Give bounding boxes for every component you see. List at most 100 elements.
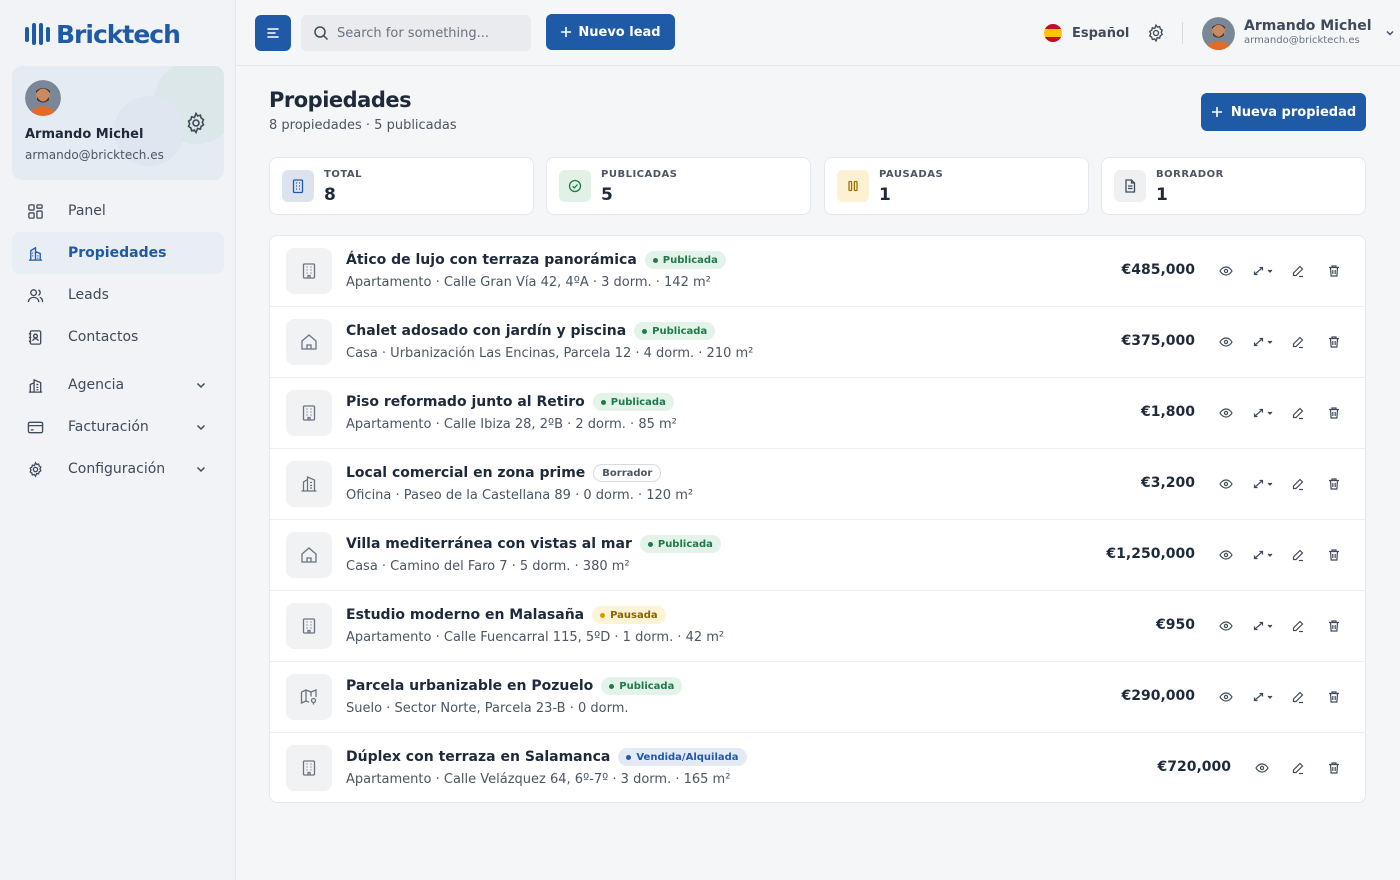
property-row[interactable]: Parcela urbanizable en Pozuelo Publicada…: [270, 662, 1365, 733]
edit-icon: [1292, 549, 1304, 562]
transfer-icon: [1253, 337, 1273, 347]
sidebar-item-agencia[interactable]: Agencia: [12, 364, 224, 406]
eye-icon: [1219, 692, 1233, 702]
sidebar-item-panel[interactable]: Panel: [12, 190, 224, 232]
profile-email: armando@bricktech.es: [25, 148, 164, 162]
delete-button[interactable]: [1323, 402, 1345, 424]
language-selector[interactable]: Español: [1044, 22, 1129, 44]
transfer-menu-button[interactable]: [1251, 473, 1277, 495]
view-button[interactable]: [1215, 473, 1237, 495]
property-row[interactable]: Dúplex con terraza en Salamanca Vendida/…: [270, 733, 1365, 802]
view-button[interactable]: [1215, 331, 1237, 353]
transfer-menu-button[interactable]: [1251, 260, 1277, 282]
menu-toggle-button[interactable]: [255, 15, 291, 51]
edit-button[interactable]: [1287, 757, 1309, 779]
delete-button[interactable]: [1323, 260, 1345, 282]
billing-icon: [26, 418, 44, 436]
transfer-menu-button[interactable]: [1251, 331, 1277, 353]
edit-button[interactable]: [1287, 260, 1309, 282]
status-label: Pausada: [610, 609, 658, 621]
sidebar-item-leads[interactable]: Leads: [12, 274, 224, 316]
edit-button[interactable]: [1287, 615, 1309, 637]
transfer-icon: [1253, 408, 1273, 418]
transfer-menu-button[interactable]: [1251, 402, 1277, 424]
property-price: €485,000: [1121, 262, 1195, 278]
gear-icon: [26, 460, 44, 478]
avatar[interactable]: [25, 80, 61, 116]
profile-name: Armando Michel: [25, 127, 144, 142]
delete-button[interactable]: [1323, 757, 1345, 779]
property-title[interactable]: Piso reformado junto al Retiro: [346, 394, 585, 410]
status-dot: [600, 399, 606, 405]
view-button[interactable]: [1251, 757, 1273, 779]
sidebar-item-facturacion[interactable]: Facturación: [12, 406, 224, 448]
delete-button[interactable]: [1323, 331, 1345, 353]
delete-button[interactable]: [1323, 473, 1345, 495]
property-title[interactable]: Dúplex con terraza en Salamanca: [346, 749, 610, 765]
transfer-menu-button[interactable]: [1251, 544, 1277, 566]
property-row[interactable]: Chalet adosado con jardín y piscina Publ…: [270, 307, 1365, 378]
gear-icon[interactable]: [184, 111, 208, 135]
property-row[interactable]: Ático de lujo con terraza panorámica Pub…: [270, 236, 1365, 307]
sidebar-item-propiedades[interactable]: Propiedades: [12, 232, 224, 274]
property-title[interactable]: Ático de lujo con terraza panorámica: [346, 252, 637, 268]
search-input[interactable]: [337, 25, 517, 41]
edit-button[interactable]: [1287, 402, 1309, 424]
apartment-icon: [286, 745, 332, 791]
view-button[interactable]: [1215, 615, 1237, 637]
edit-button[interactable]: [1287, 686, 1309, 708]
plus-icon: [561, 27, 572, 37]
property-title[interactable]: Villa mediterránea con vistas al mar: [346, 536, 632, 552]
property-row[interactable]: Piso reformado junto al Retiro Publicada…: [270, 378, 1365, 449]
view-button[interactable]: [1215, 260, 1237, 282]
divider: [1182, 22, 1183, 44]
property-title-wrap: Chalet adosado con jardín y piscina Publ…: [346, 321, 716, 341]
status-label: Vendida/Alquilada: [636, 751, 739, 763]
transfer-icon: [1253, 266, 1273, 276]
property-row[interactable]: Estudio moderno en Malasaña Pausada Apar…: [270, 591, 1365, 662]
eye-icon: [1219, 621, 1233, 631]
transfer-icon: [1253, 479, 1273, 489]
user-menu[interactable]: Armando Michel armando@bricktech.es: [1202, 16, 1396, 50]
status-dot: [642, 328, 648, 334]
property-title[interactable]: Chalet adosado con jardín y piscina: [346, 323, 626, 339]
sidebar-nav: Panel Propiedades Leads Contactos Agenci…: [12, 190, 224, 490]
delete-button[interactable]: [1323, 615, 1345, 637]
trash-icon: [1329, 265, 1339, 277]
delete-button[interactable]: [1323, 686, 1345, 708]
delete-button[interactable]: [1323, 544, 1345, 566]
map-icon: [286, 674, 332, 720]
edit-icon: [1292, 478, 1304, 491]
transfer-menu-button[interactable]: [1251, 615, 1277, 637]
search-box[interactable]: [301, 15, 531, 51]
view-button[interactable]: [1215, 544, 1237, 566]
property-title-wrap: Ático de lujo con terraza panorámica Pub…: [346, 250, 726, 270]
user-info: Armando Michel armando@bricktech.es: [1244, 18, 1372, 48]
property-title[interactable]: Estudio moderno en Malasaña: [346, 607, 584, 623]
property-price: €375,000: [1121, 333, 1195, 349]
brand-name: Bricktech: [56, 19, 181, 49]
brand-logo[interactable]: Bricktech: [24, 18, 181, 50]
transfer-menu-button[interactable]: [1251, 686, 1277, 708]
status-dot: [652, 257, 658, 263]
edit-button[interactable]: [1287, 331, 1309, 353]
property-title-wrap: Parcela urbanizable en Pozuelo Publicada: [346, 676, 683, 696]
stat-label: PAUSADAS: [879, 169, 944, 180]
status-dot: [647, 541, 653, 547]
property-row[interactable]: Local comercial en zona prime Borrador O…: [270, 449, 1365, 520]
sidebar-item-label: Contactos: [68, 329, 139, 345]
gear-icon[interactable]: [1146, 23, 1166, 43]
new-property-button[interactable]: Nueva propiedad: [1201, 93, 1366, 131]
new-lead-button[interactable]: Nuevo lead: [546, 14, 675, 50]
view-button[interactable]: [1215, 686, 1237, 708]
edit-button[interactable]: [1287, 544, 1309, 566]
view-button[interactable]: [1215, 402, 1237, 424]
sidebar-item-contactos[interactable]: Contactos: [12, 316, 224, 358]
sidebar-item-configuracion[interactable]: Configuración: [12, 448, 224, 490]
property-title-wrap: Dúplex con terraza en Salamanca Vendida/…: [346, 747, 747, 767]
property-row[interactable]: Villa mediterránea con vistas al mar Pub…: [270, 520, 1365, 591]
edit-icon: [1292, 691, 1304, 704]
property-title[interactable]: Local comercial en zona prime: [346, 465, 585, 481]
property-title[interactable]: Parcela urbanizable en Pozuelo: [346, 678, 593, 694]
edit-button[interactable]: [1287, 473, 1309, 495]
